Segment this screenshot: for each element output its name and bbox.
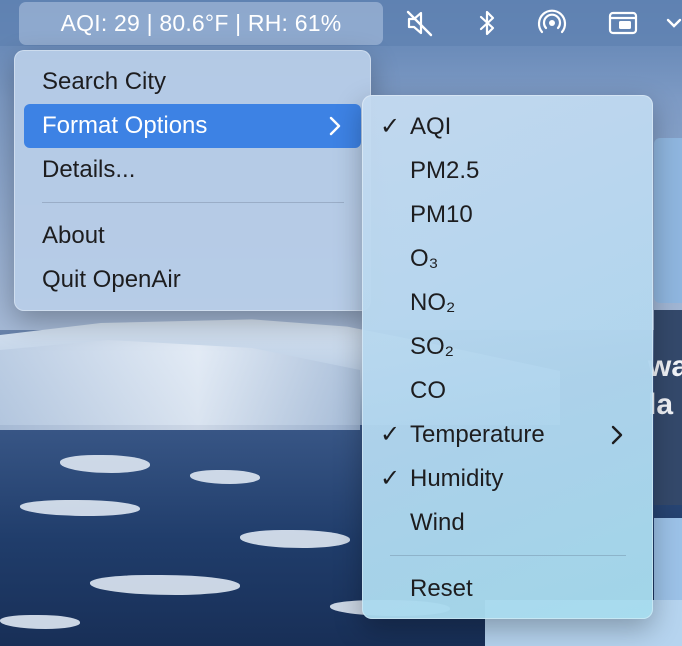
- screen-window-icon[interactable]: [606, 8, 640, 38]
- airdrop-icon[interactable]: [535, 8, 569, 38]
- submenu-item-pm10[interactable]: PM10: [410, 193, 473, 237]
- menu-item-search-city[interactable]: Search City: [42, 60, 166, 104]
- submenu-item-wind[interactable]: Wind: [410, 501, 465, 545]
- submenu-item-co[interactable]: CO: [410, 369, 446, 413]
- menu-item-quit[interactable]: Quit OpenAir: [42, 258, 181, 302]
- submenu-item-aqi[interactable]: AQI: [410, 105, 451, 149]
- control-center-icon[interactable]: [664, 8, 682, 38]
- submenu-item-reset[interactable]: Reset: [410, 567, 473, 611]
- submenu-item-humidity[interactable]: Humidity: [410, 457, 503, 501]
- openair-menu: Search City Format Options Details... Ab…: [14, 50, 371, 311]
- bluetooth-icon[interactable]: [470, 8, 504, 38]
- submenu-item-no2[interactable]: NO₂: [410, 281, 455, 325]
- submenu-chevron-icon: [329, 116, 341, 136]
- background-text-fragment: wa: [648, 350, 682, 383]
- submenu-item-pm25[interactable]: PM2.5: [410, 149, 479, 193]
- format-options-submenu: ✓ AQI PM2.5 PM10 O₃ NO₂ SO₂ CO ✓ Tempera…: [362, 95, 653, 619]
- checkmark-icon: ✓: [380, 465, 401, 492]
- menu-item-details[interactable]: Details...: [42, 148, 135, 192]
- menu-separator: [42, 202, 344, 203]
- menu-item-format-options[interactable]: Format Options: [42, 104, 207, 148]
- submenu-chevron-icon: [611, 425, 623, 445]
- submenu-item-temperature[interactable]: Temperature: [410, 413, 545, 457]
- menu-bar: AQI: 29 | 80.6°F | RH: 61%: [0, 0, 682, 46]
- background-window[interactable]: [654, 138, 682, 303]
- openair-status-item[interactable]: AQI: 29 | 80.6°F | RH: 61%: [19, 2, 383, 45]
- mute-icon[interactable]: [402, 8, 436, 38]
- submenu-item-so2[interactable]: SO₂: [410, 325, 454, 369]
- menu-separator: [390, 555, 626, 556]
- submenu-item-o3[interactable]: O₃: [410, 237, 438, 281]
- menu-item-about[interactable]: About: [42, 214, 105, 258]
- background-window-text[interactable]: wa la: [648, 310, 682, 505]
- checkmark-icon: ✓: [380, 421, 401, 448]
- checkmark-icon: ✓: [380, 113, 401, 140]
